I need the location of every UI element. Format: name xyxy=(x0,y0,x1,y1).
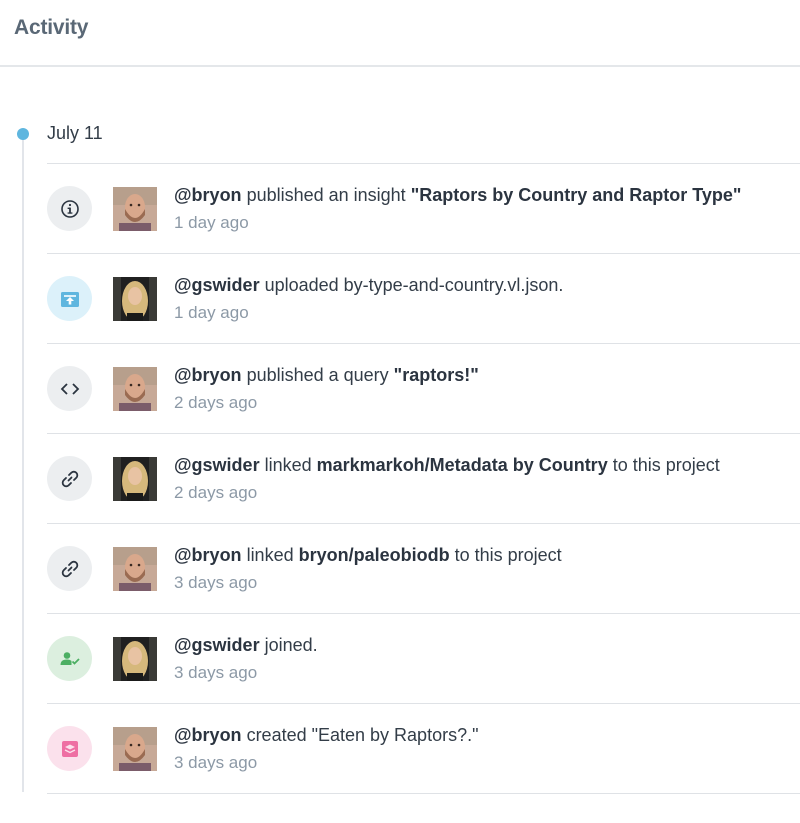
activity-list: @bryon published an insight "Raptors by … xyxy=(47,163,800,794)
user-link[interactable]: @bryon xyxy=(174,185,242,205)
activity-action: linked xyxy=(241,545,299,565)
upload-icon xyxy=(47,276,92,321)
avatar-gswider[interactable] xyxy=(113,457,157,501)
activity-action: linked xyxy=(259,455,317,475)
activity-text: @gswider joined. xyxy=(174,634,318,656)
activity-text: @bryon published an insight "Raptors by … xyxy=(174,184,741,206)
activity-target-link[interactable]: markmarkoh/Metadata by Country xyxy=(317,455,608,475)
activity-item: @bryon linked bryon/paleobiodb to this p… xyxy=(47,524,800,614)
activity-action: joined. xyxy=(259,635,318,655)
timeline-date: July 11 xyxy=(47,123,103,143)
activity-target-link[interactable]: bryon/paleobiodb xyxy=(299,545,450,565)
activity-text: @gswider linked markmarkoh/Metadata by C… xyxy=(174,454,720,476)
user-check-icon xyxy=(47,636,92,681)
activity-time: 3 days ago xyxy=(174,663,258,682)
activity-item: @bryon published an insight "Raptors by … xyxy=(47,164,800,254)
avatar-bryon[interactable] xyxy=(113,367,157,411)
user-link[interactable]: @bryon xyxy=(174,725,242,745)
activity-item: @bryon published a query "raptors!" 2 da… xyxy=(47,344,800,434)
activity-target-link[interactable]: "raptors!" xyxy=(394,365,479,385)
timeline-dot xyxy=(17,128,29,140)
avatar-gswider[interactable] xyxy=(113,637,157,681)
activity-time: 3 days ago xyxy=(174,573,258,592)
user-link[interactable]: @gswider xyxy=(174,455,260,475)
activity-item: @gswider joined. 3 days ago xyxy=(47,614,800,704)
activity-time: 2 days ago xyxy=(174,393,258,412)
avatar-bryon[interactable] xyxy=(113,187,157,231)
link-icon xyxy=(47,546,92,591)
activity-text: @bryon published a query "raptors!" xyxy=(174,364,479,386)
code-icon xyxy=(47,366,92,411)
user-link[interactable]: @bryon xyxy=(174,545,242,565)
activity-time: 2 days ago xyxy=(174,483,258,502)
info-icon xyxy=(47,186,92,231)
activity-text: @bryon created "Eaten by Raptors?." xyxy=(174,724,478,746)
avatar-gswider[interactable] xyxy=(113,277,157,321)
activity-item: @gswider uploaded by-type-and-country.vl… xyxy=(47,254,800,344)
activity-suffix: to this project xyxy=(449,545,562,565)
activity-action: published a query xyxy=(241,365,394,385)
activity-action: uploaded by-type-and-country.vl.json. xyxy=(259,275,564,295)
link-icon xyxy=(47,456,92,501)
activity-text: @gswider uploaded by-type-and-country.vl… xyxy=(174,274,563,296)
activity-time: 1 day ago xyxy=(174,303,249,322)
layers-icon xyxy=(47,726,92,771)
activity-text: @bryon linked bryon/paleobiodb to this p… xyxy=(174,544,562,566)
activity-timeline: July 11 @bryon published an insight "Rap… xyxy=(0,0,800,823)
activity-target-link[interactable]: "Raptors by Country and Raptor Type" xyxy=(411,185,742,205)
timeline-line xyxy=(22,134,24,792)
user-link[interactable]: @gswider xyxy=(174,635,260,655)
activity-suffix: to this project xyxy=(607,455,720,475)
activity-time: 3 days ago xyxy=(174,753,258,772)
avatar-bryon[interactable] xyxy=(113,727,157,771)
avatar-bryon[interactable] xyxy=(113,547,157,591)
activity-time: 1 day ago xyxy=(174,213,249,232)
user-link[interactable]: @gswider xyxy=(174,275,260,295)
activity-item: @gswider linked markmarkoh/Metadata by C… xyxy=(47,434,800,524)
activity-action: created "Eaten by Raptors?." xyxy=(241,725,479,745)
user-link[interactable]: @bryon xyxy=(174,365,242,385)
activity-action: published an insight xyxy=(241,185,411,205)
activity-item: @bryon created "Eaten by Raptors?." 3 da… xyxy=(47,704,800,794)
